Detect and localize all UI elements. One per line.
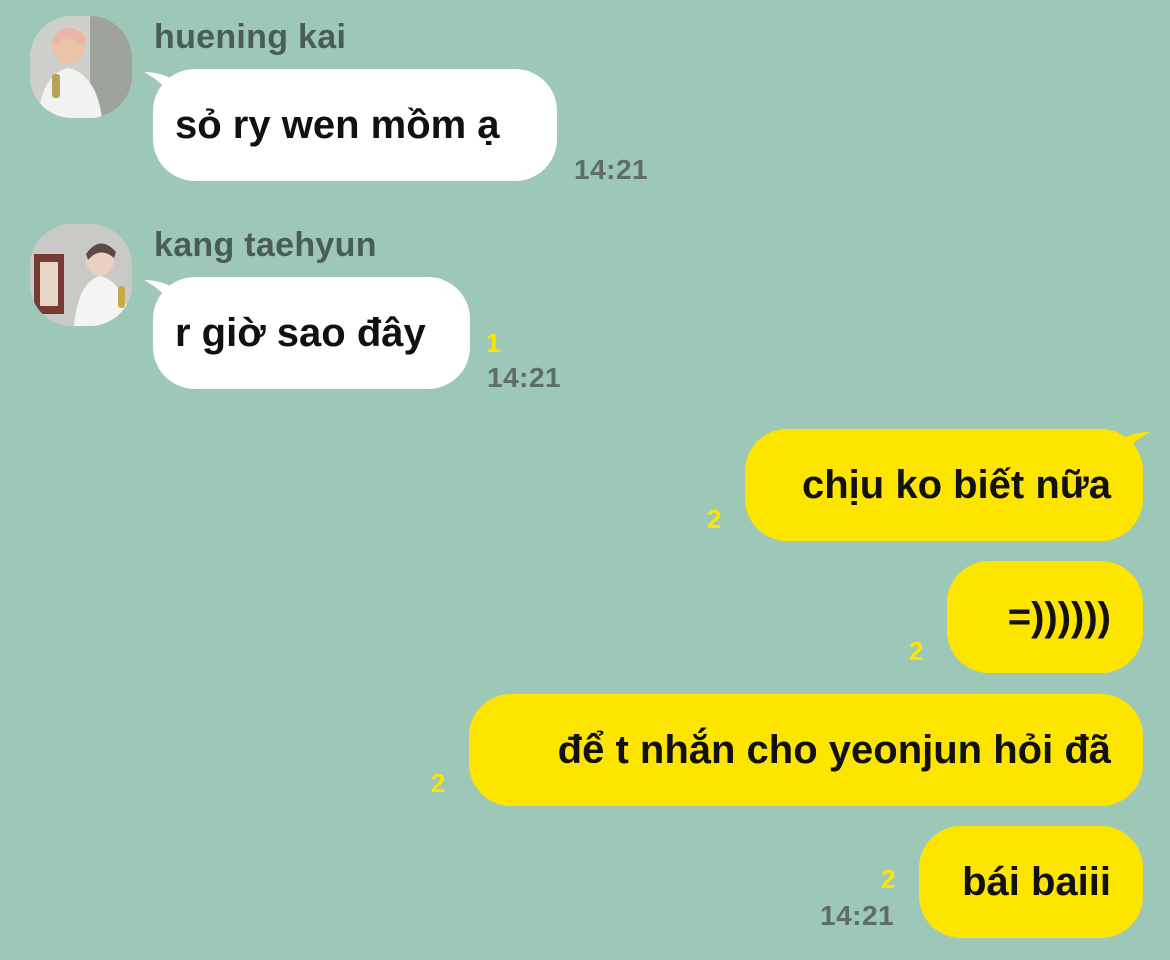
- message-time: 14:21: [820, 900, 895, 931]
- message-bubble[interactable]: =)))))): [947, 561, 1143, 673]
- sender-name: huening kai: [154, 18, 347, 56]
- message-bubble[interactable]: r giờ sao đây: [153, 277, 470, 389]
- message-text: bái baiii: [962, 860, 1111, 904]
- unread-count: 2: [909, 636, 924, 666]
- message-bubble[interactable]: chịu ko biết nữa: [745, 429, 1143, 541]
- avatar-photo-icon: [30, 16, 132, 118]
- avatar-huening-kai[interactable]: [30, 16, 132, 118]
- sender-name: kang taehyun: [154, 226, 377, 264]
- avatar-kang-taehyun[interactable]: [30, 224, 132, 326]
- message-bubble[interactable]: bái baiii: [919, 826, 1143, 938]
- message-time: 14:21: [487, 362, 562, 393]
- message-time: 14:21: [574, 154, 649, 185]
- unread-count: 2: [707, 504, 722, 534]
- message-bubble[interactable]: để t nhắn cho yeonjun hỏi đã: [469, 694, 1143, 806]
- message-text: sỏ ry wen mồm ạ: [175, 103, 500, 147]
- unread-count: 2: [881, 864, 896, 894]
- avatar-photo-icon: [30, 224, 132, 326]
- message-text: chịu ko biết nữa: [801, 463, 1111, 507]
- message-text: r giờ sao đây: [175, 311, 426, 355]
- message-text: để t nhắn cho yeonjun hỏi đã: [557, 728, 1111, 772]
- unread-count: 1: [486, 328, 501, 358]
- unread-count: 2: [431, 768, 446, 798]
- message-bubble[interactable]: sỏ ry wen mồm ạ: [153, 69, 557, 181]
- message-text: =)))))): [1007, 595, 1111, 639]
